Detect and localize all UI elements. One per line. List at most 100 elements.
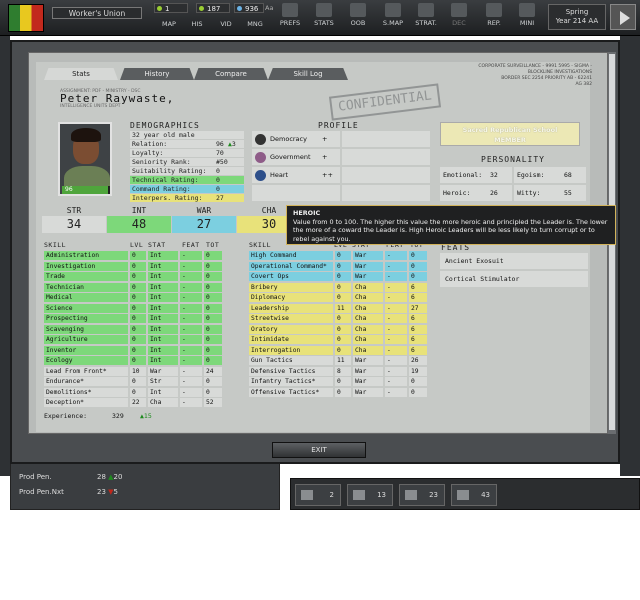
stat-label-str: STR xyxy=(66,206,82,215)
demographics-row: Suitability Rating: 0 xyxy=(130,167,244,175)
prefs-button[interactable]: PREFS xyxy=(276,2,304,34)
skill-row[interactable]: Interrogation 0 Cha -6 xyxy=(249,345,427,355)
skill-row[interactable]: Inventor 0 Int -0 xyxy=(44,345,222,355)
school-badge[interactable]: Sacred Republican School MEMBER xyxy=(440,122,580,146)
skill-row[interactable]: Oratory 0 Cha -6 xyxy=(249,324,427,334)
skill-row[interactable]: Medical 0 Int -0 xyxy=(44,293,222,302)
skill-row[interactable]: Lead From Front* 10 War -24 xyxy=(44,366,222,376)
smap-button[interactable]: S.MAP xyxy=(378,2,408,34)
stat-value-war: 27 xyxy=(172,216,236,233)
demographics-row: Loyalty: 70 xyxy=(130,149,244,157)
stat-label-war: WAR xyxy=(196,206,212,215)
right-strip xyxy=(620,36,640,476)
faction-name: Worker's Union xyxy=(52,7,142,19)
unit-button-4[interactable]: 43 xyxy=(451,484,497,506)
faction-flag-icon[interactable] xyxy=(8,4,44,32)
decision-icon xyxy=(451,3,467,17)
strategic-map-icon xyxy=(385,3,401,17)
skill-row[interactable]: Trade 0 Int -0 xyxy=(44,272,222,281)
feat-item[interactable]: Ancient Exosuit xyxy=(440,253,588,269)
personality-witty[interactable]: Witty: 55 xyxy=(514,185,586,201)
left-tot-header: TOT xyxy=(206,241,220,249)
skill-row[interactable]: Streetwise 0 Cha -6 xyxy=(249,314,427,323)
skill-row[interactable]: Diplomacy 0 Cha -6 xyxy=(249,293,427,302)
skill-row[interactable]: Demolitions* 0 Int -0 xyxy=(44,387,222,397)
season-display: Spring Year 214 AA xyxy=(548,4,606,30)
unit-button-1[interactable]: 2 xyxy=(295,484,341,506)
exit-button[interactable]: EXIT xyxy=(272,442,366,458)
rep-button[interactable]: REP. xyxy=(480,2,508,34)
skill-row[interactable]: Science 0 Int -0 xyxy=(44,303,222,313)
personality-emotional[interactable]: Emotional: 32 xyxy=(440,167,512,183)
portrait-hp-bar: 96 xyxy=(62,186,110,194)
skill-row[interactable]: Gun Tactics 11 War -26 xyxy=(249,356,427,365)
skill-row[interactable]: High Command 0 War -0 xyxy=(249,251,427,260)
skill-row[interactable]: Investigation 0 Int -0 xyxy=(44,261,222,271)
skill-row[interactable]: Technician 0 Int -0 xyxy=(44,282,222,292)
profile-row-empty xyxy=(252,185,430,201)
skill-row[interactable]: Covert Ops 0 War -0 xyxy=(249,272,427,281)
skill-row[interactable]: Scavenging 0 Int -0 xyxy=(44,324,222,334)
skill-row[interactable]: Endurance* 0 Str -0 xyxy=(44,377,222,386)
map-button[interactable]: MAP xyxy=(154,18,184,32)
heroic-tooltip: HEROIC Value from 0 to 100. The higher t… xyxy=(286,205,616,245)
skill-row[interactable]: Administration 0 Int -0 xyxy=(44,251,222,260)
tooltip-body: Value from 0 to 100. The higher this val… xyxy=(293,217,608,243)
right-skill-header: SKILL xyxy=(249,241,272,249)
demographics-row: Seniority Rank: #50 xyxy=(130,158,244,166)
oob-icon xyxy=(350,3,366,17)
skill-row[interactable]: Infantry Tactics* 0 War -0 xyxy=(249,377,427,386)
skill-row[interactable]: Intimidate 0 Cha -6 xyxy=(249,335,427,344)
next-turn-button[interactable] xyxy=(610,4,636,30)
demographics-row: Interpers. Rating: 27 xyxy=(130,194,244,202)
strategy-icon xyxy=(418,3,434,17)
demographics-row: Command Rating: 0 xyxy=(130,185,244,193)
mini-button[interactable]: MINI xyxy=(514,2,540,34)
personality-heroic[interactable]: Heroic: 26 xyxy=(440,185,512,201)
unit-button-3[interactable]: 23 xyxy=(399,484,445,506)
gear-icon xyxy=(282,3,298,17)
left-skill-header: SKILL xyxy=(44,241,67,249)
star-icon xyxy=(255,134,266,145)
strat-button[interactable]: STRAT. xyxy=(412,2,440,34)
tooltip-title: HEROIC xyxy=(293,209,321,217)
year-label: Year 214 AA xyxy=(555,17,599,25)
production-panel: Prod Pen. 28 ▲20 Prod Pen.Nxt 23 ▼5 xyxy=(10,460,280,510)
resource-3: 936 xyxy=(234,3,264,13)
left-strip xyxy=(0,36,10,476)
personality-egoism[interactable]: Egoism: 68 xyxy=(514,167,586,183)
skill-row[interactable]: Bribery 0 Cha -6 xyxy=(249,282,427,292)
resource-2: 187 xyxy=(196,3,230,13)
skill-row[interactable]: Leadership 11 Cha -27 xyxy=(249,303,427,313)
stat-value-str: 34 xyxy=(42,216,106,233)
feat-item[interactable]: Cortical Stimulator xyxy=(440,271,588,287)
dossier-header-text: CORPORATE SURVEILLANCE - 9991 5995 - SIG… xyxy=(478,64,592,87)
his-button[interactable]: HIS xyxy=(186,18,208,32)
skill-row[interactable]: Deception* 22 Cha -52 xyxy=(44,398,222,407)
stats-button[interactable]: STATS xyxy=(310,2,338,34)
tab-skill-log[interactable]: Skill Log xyxy=(268,68,348,80)
profile-row-government: Government + xyxy=(252,149,430,165)
tab-history[interactable]: History xyxy=(120,68,194,80)
skill-row[interactable]: Operational Command* 0 War -0 xyxy=(249,261,427,271)
mng-button[interactable]: MNG xyxy=(242,18,268,32)
profile-row-democracy: Democracy + xyxy=(252,131,430,147)
stats-icon xyxy=(316,3,332,17)
vid-button[interactable]: VID xyxy=(214,18,238,32)
profile-row-heart: Heart ++ xyxy=(252,167,430,183)
skill-row[interactable]: Agriculture 0 Int -0 xyxy=(44,335,222,344)
tab-stats[interactable]: Stats xyxy=(44,68,118,80)
dec-button[interactable]: DEC xyxy=(446,2,472,34)
prod-pen-next-row: Prod Pen.Nxt 23 ▼5 xyxy=(19,488,119,496)
oob-button[interactable]: OOB xyxy=(344,2,372,34)
skill-row[interactable]: Defensive Tactics 8 War -19 xyxy=(249,366,427,376)
skill-row[interactable]: Ecology 0 Int -0 xyxy=(44,356,222,365)
government-icon xyxy=(255,152,266,163)
unit-button-2[interactable]: 13 xyxy=(347,484,393,506)
profile-title: PROFILE xyxy=(318,121,359,130)
demographics-row: Technical Rating: 0 xyxy=(130,176,244,184)
skill-row[interactable]: Offensive Tactics* 0 War -0 xyxy=(249,387,427,397)
tab-compare[interactable]: Compare xyxy=(194,68,268,80)
skill-row[interactable]: Prospecting 0 Int -0 xyxy=(44,314,222,323)
personality-row-1: Emotional: 32 Egoism: 68 xyxy=(440,167,588,183)
